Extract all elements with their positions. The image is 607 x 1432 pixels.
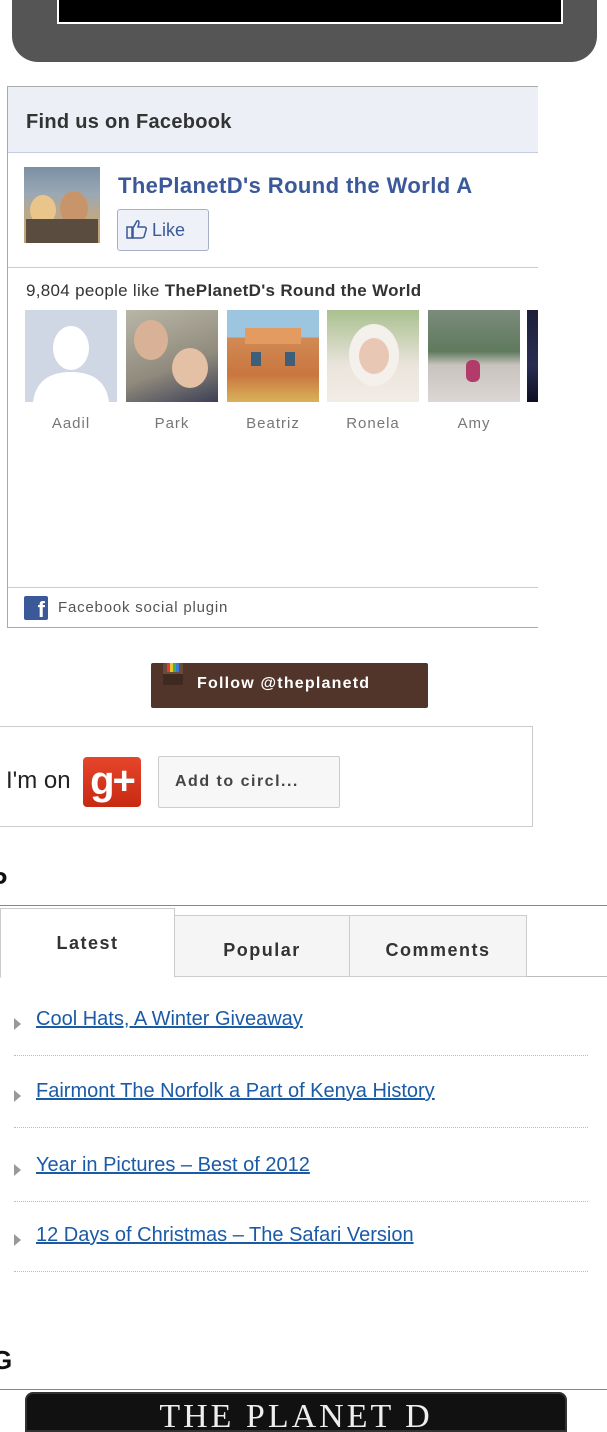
post-link[interactable]: Cool Hats, A Winter Giveaway bbox=[36, 1008, 303, 1031]
bullet-arrow-icon bbox=[14, 1018, 21, 1030]
section-divider bbox=[0, 905, 607, 906]
default-silhouette-icon bbox=[25, 310, 117, 402]
facebook-logo-icon[interactable]: f bbox=[24, 596, 48, 620]
tab-popular[interactable]: Popular bbox=[174, 915, 350, 977]
facebook-like-count-text: 9,804 people like bbox=[26, 281, 160, 300]
banner-title: THE PLANET D bbox=[159, 1398, 433, 1432]
top-widget-inner-panel bbox=[57, 0, 563, 24]
avatar-shirts bbox=[26, 219, 98, 243]
section-heading-partial: P bbox=[0, 866, 7, 897]
fan-house-window bbox=[285, 352, 295, 366]
add-to-circles-button[interactable]: Add to circl... bbox=[158, 756, 340, 808]
fan-face-shape bbox=[172, 348, 208, 388]
bullet-arrow-icon bbox=[14, 1164, 21, 1176]
fan-name[interactable]: Ronela bbox=[327, 415, 419, 432]
instagram-icon bbox=[163, 663, 183, 685]
fan-avatar-ronela[interactable] bbox=[327, 310, 419, 402]
tab-comments[interactable]: Comments bbox=[349, 915, 527, 977]
post-list-item: Cool Hats, A Winter Giveaway bbox=[14, 996, 588, 1056]
facebook-header: Find us on Facebook bbox=[8, 87, 538, 153]
google-plus-badge: I'm on g+ Add to circl... bbox=[0, 726, 533, 827]
fan-name[interactable]: Aadil bbox=[25, 415, 117, 432]
instagram-follow-button[interactable]: Follow @theplanetd bbox=[151, 663, 428, 708]
fan-avatar-amy[interactable] bbox=[428, 310, 520, 402]
section-heading-partial: G bbox=[0, 1345, 13, 1375]
section-divider bbox=[0, 1389, 607, 1390]
post-link[interactable]: Year in Pictures – Best of 2012 bbox=[36, 1154, 310, 1177]
tab-comments-label: Comments bbox=[385, 940, 491, 960]
post-link[interactable]: 12 Days of Christmas – The Safari Versio… bbox=[36, 1224, 414, 1247]
fan-avatar-partial[interactable] bbox=[527, 310, 538, 402]
fan-house-window bbox=[251, 352, 261, 366]
facebook-page-avatar[interactable] bbox=[24, 167, 100, 243]
facebook-like-box: Find us on Facebook ThePlanetD's Round t… bbox=[7, 86, 538, 628]
facebook-header-title: Find us on Facebook bbox=[26, 111, 232, 133]
thumbs-up-icon bbox=[126, 220, 148, 239]
facebook-like-count: 9,804 people like ThePlanetD's Round the… bbox=[26, 281, 421, 301]
post-link[interactable]: Fairmont The Norfolk a Part of Kenya His… bbox=[36, 1080, 435, 1103]
fan-face-shape bbox=[134, 320, 168, 360]
tab-popular-label: Popular bbox=[223, 940, 301, 960]
planet-d-banner[interactable]: THE PLANET D bbox=[25, 1392, 567, 1432]
fan-name[interactable]: Amy bbox=[428, 415, 520, 432]
google-plus-logo-icon[interactable]: g+ bbox=[83, 757, 141, 807]
fan-house-roof bbox=[245, 328, 301, 344]
tab-latest-label: Latest bbox=[56, 933, 119, 953]
fan-name[interactable]: Park bbox=[126, 415, 218, 432]
facebook-like-button[interactable]: Like bbox=[117, 209, 209, 251]
fan-avatar-park[interactable] bbox=[126, 310, 218, 402]
facebook-footer-divider bbox=[8, 587, 538, 588]
facebook-like-count-page[interactable]: ThePlanetD's Round the World bbox=[165, 281, 422, 300]
fan-face-shape bbox=[359, 338, 389, 374]
fan-person-shape bbox=[466, 360, 480, 382]
bullet-arrow-icon bbox=[14, 1090, 21, 1102]
google-plus-prefix: I'm on bbox=[6, 767, 71, 794]
facebook-like-label: Like bbox=[152, 220, 186, 240]
fan-avatar-beatriz[interactable] bbox=[227, 310, 319, 402]
facebook-social-plugin-link[interactable]: Facebook social plugin bbox=[58, 599, 228, 616]
tab-latest[interactable]: Latest bbox=[0, 908, 175, 978]
instagram-follow-label: Follow @theplanetd bbox=[197, 675, 371, 692]
post-list-item: Fairmont The Norfolk a Part of Kenya His… bbox=[14, 1068, 588, 1128]
add-to-circles-label: Add to circl... bbox=[175, 773, 299, 790]
bullet-arrow-icon bbox=[14, 1234, 21, 1246]
post-list-item: 12 Days of Christmas – The Safari Versio… bbox=[14, 1212, 588, 1272]
facebook-divider bbox=[8, 267, 538, 268]
post-list-item: Year in Pictures – Best of 2012 bbox=[14, 1142, 588, 1202]
fan-avatar-aadil[interactable] bbox=[25, 310, 117, 402]
facebook-page-name-link[interactable]: ThePlanetD's Round the World A bbox=[118, 173, 473, 199]
fan-name[interactable]: Beatriz bbox=[227, 415, 319, 432]
